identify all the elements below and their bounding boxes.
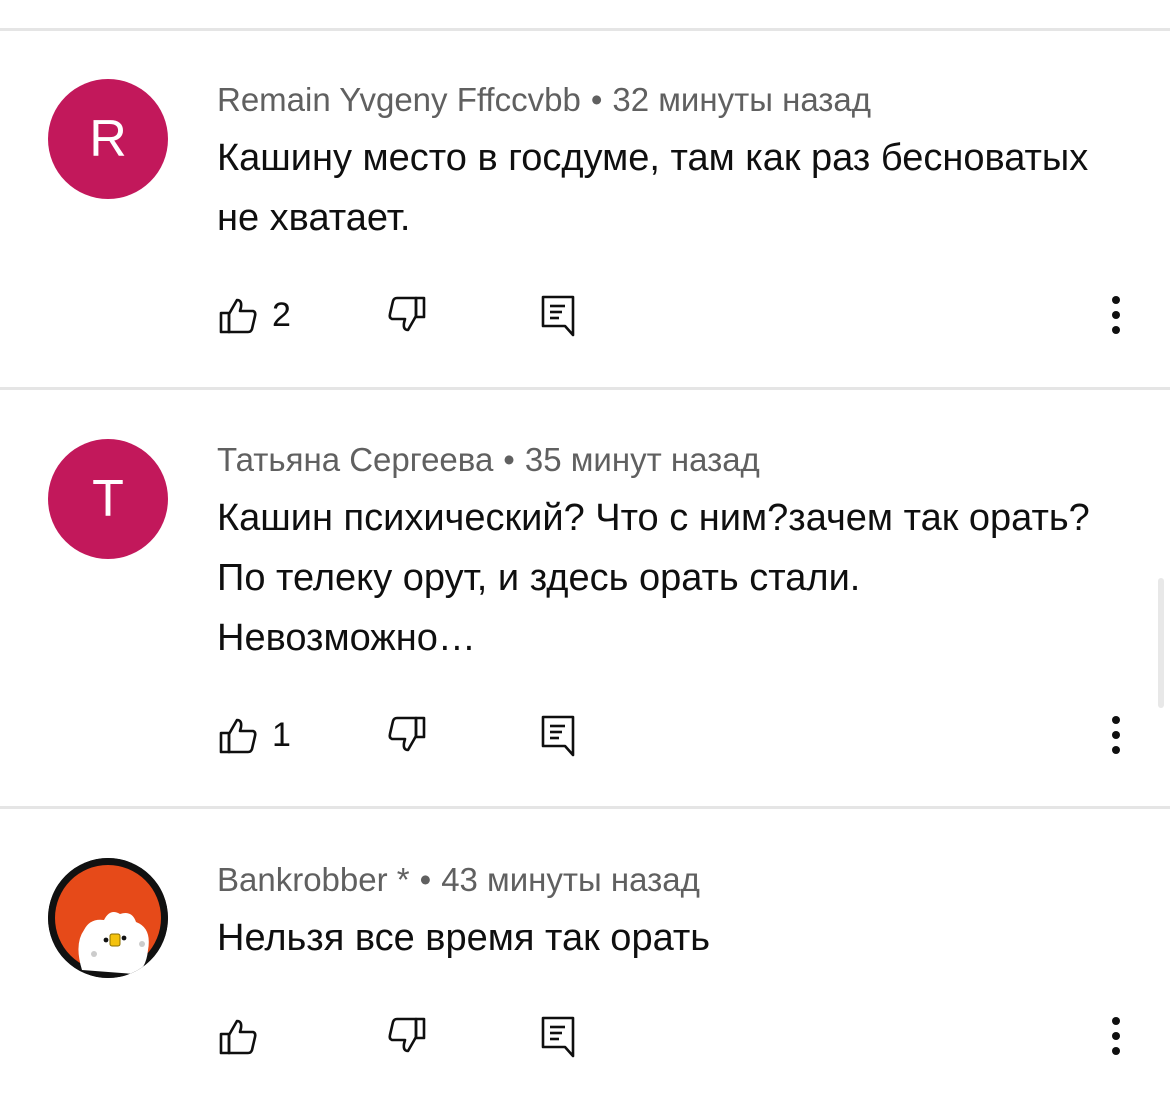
like-button[interactable]: 1 bbox=[218, 710, 291, 760]
comment-meta: Remain Yvgeny Fffccvbb • 32 минуты назад bbox=[217, 80, 871, 120]
comment-author[interactable]: Татьяна Сергеева bbox=[217, 441, 493, 478]
avatar-letter: T bbox=[92, 470, 124, 528]
cartoon-bird-avatar-icon bbox=[48, 858, 168, 978]
more-vert-icon bbox=[1112, 1017, 1120, 1055]
comment-author[interactable]: Remain Yvgeny Fffccvbb bbox=[217, 81, 581, 118]
meta-separator: • bbox=[590, 81, 603, 118]
comment-time[interactable]: 32 минуты назад bbox=[612, 81, 871, 118]
comment-text: Нельзя все время так орать bbox=[217, 917, 711, 959]
divider bbox=[0, 806, 1170, 809]
divider bbox=[0, 387, 1170, 390]
comment-actions: 2 bbox=[0, 290, 1170, 340]
comments-page: R Remain Yvgeny Fffccvbb • 32 минуты назад… bbox=[0, 0, 1170, 1095]
comment-text: Кашин психический? Что с ним?зачем так о… bbox=[217, 497, 1090, 659]
avatar[interactable]: R bbox=[48, 79, 168, 199]
comment-author[interactable]: Bankrobber * bbox=[217, 861, 410, 898]
more-vert-icon bbox=[1112, 296, 1120, 334]
thumb-up-icon bbox=[219, 298, 257, 334]
thumb-down-icon bbox=[388, 296, 426, 332]
comment-time[interactable]: 43 минуты назад bbox=[441, 861, 700, 898]
thumb-up-icon bbox=[219, 718, 257, 754]
dislike-button[interactable] bbox=[387, 1011, 427, 1061]
dislike-button[interactable] bbox=[387, 290, 427, 340]
reply-button[interactable] bbox=[539, 710, 579, 760]
more-options-button[interactable] bbox=[1106, 1011, 1126, 1061]
more-vert-icon bbox=[1112, 716, 1120, 754]
comment-meta: Татьяна Сергеева • 35 минут назад bbox=[217, 440, 760, 480]
dislike-button[interactable] bbox=[387, 710, 427, 760]
like-button[interactable]: 2 bbox=[218, 290, 291, 340]
reply-icon bbox=[541, 715, 575, 757]
comment-actions bbox=[0, 1011, 1170, 1061]
comment-meta: Bankrobber * • 43 минуты назад bbox=[217, 860, 700, 900]
scrollbar[interactable] bbox=[1158, 578, 1164, 708]
comment-time[interactable]: 35 минут назад bbox=[525, 441, 760, 478]
reply-button[interactable] bbox=[539, 290, 579, 340]
avatar[interactable]: T bbox=[48, 439, 168, 559]
reply-icon bbox=[541, 295, 575, 337]
more-options-button[interactable] bbox=[1106, 710, 1126, 760]
meta-separator: • bbox=[503, 441, 515, 478]
like-button[interactable] bbox=[218, 1011, 272, 1061]
reply-icon bbox=[541, 1016, 575, 1058]
comment-actions: 1 bbox=[0, 710, 1170, 760]
reply-button[interactable] bbox=[539, 1011, 579, 1061]
thumb-down-icon bbox=[388, 716, 426, 752]
more-options-button[interactable] bbox=[1106, 290, 1126, 340]
thumb-down-icon bbox=[388, 1017, 426, 1053]
thumb-up-icon bbox=[219, 1019, 257, 1055]
meta-separator: • bbox=[419, 861, 432, 898]
avatar-letter: R bbox=[89, 110, 127, 168]
divider bbox=[0, 28, 1170, 31]
like-count: 2 bbox=[272, 295, 291, 334]
comment-text: Кашину место в госдуме, там как раз бесн… bbox=[217, 137, 1089, 239]
avatar[interactable] bbox=[48, 858, 168, 978]
like-count: 1 bbox=[272, 715, 291, 754]
